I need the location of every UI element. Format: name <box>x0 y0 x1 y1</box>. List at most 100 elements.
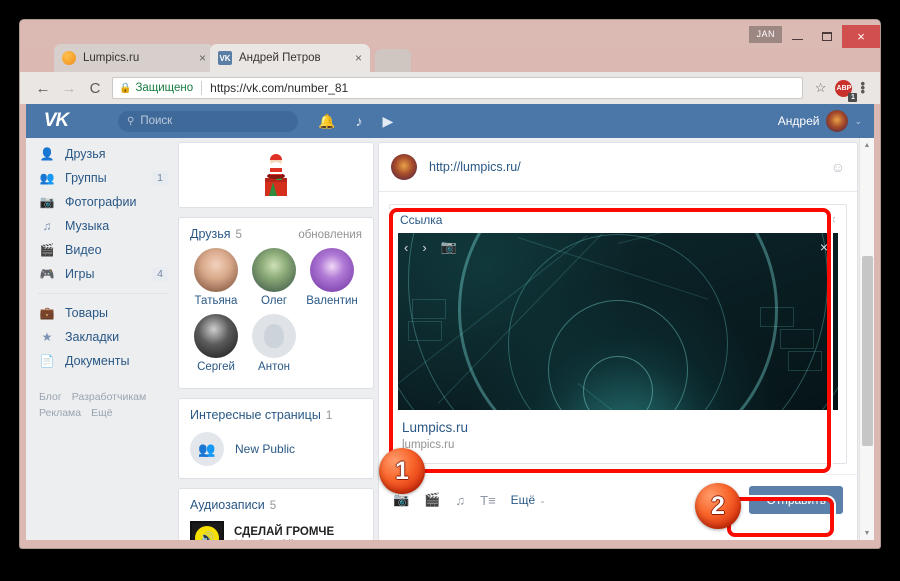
security-label: Защищено <box>135 82 194 94</box>
tab-strip: Lumpics.ru × VK Андрей Петров × <box>20 44 880 72</box>
sidebar: 👤 Друзья 👥 Группы 1 📷 Фотографии ♫ Музык… <box>32 142 174 421</box>
audio-card: Аудиозаписи 5 🔊 СДЕЛАЙ ГРОМЧЕ Max Barski… <box>178 488 374 540</box>
friend-name: Татьяна <box>194 295 238 307</box>
sidebar-item-label: Группы <box>65 171 107 185</box>
sidebar-item-music[interactable]: ♫ Музыка <box>32 214 174 238</box>
tab-close-icon[interactable]: × <box>343 52 362 64</box>
track-title: СДЕЛАЙ ГРОМЧЕ <box>234 526 335 538</box>
friend-name: Валентин <box>306 295 358 307</box>
bell-icon[interactable]: 🔔 <box>318 113 335 130</box>
chevron-down-icon: ⌄ <box>854 115 862 126</box>
tab-vk-profile[interactable]: VK Андрей Петров × <box>210 44 370 72</box>
tab-close-icon[interactable]: × <box>187 52 206 64</box>
friend-name: Олег <box>260 295 288 307</box>
page-scrollbar[interactable]: ▲ ▼ <box>859 138 874 540</box>
friend-item[interactable]: Валентин <box>303 248 361 307</box>
footer-link-ads[interactable]: Реклама <box>39 407 81 419</box>
sidebar-item-goods[interactable]: 💼 Товары <box>32 301 174 325</box>
forward-button[interactable]: → <box>56 75 82 101</box>
track-artist: Max Barskih <box>234 539 334 540</box>
search-placeholder: Поиск <box>140 115 173 127</box>
footer-link-more[interactable]: Ещё <box>91 407 112 419</box>
sidebar-item-bookmarks[interactable]: ★ Закладки <box>32 325 174 349</box>
scrollbar-thumb[interactable] <box>862 256 873 446</box>
scroll-up-arrow[interactable]: ▲ <box>860 138 874 152</box>
music-note-icon[interactable]: ♫ <box>455 493 465 508</box>
list-item[interactable]: 🔊 СДЕЛАЙ ГРОМЧЕ Max Barskih <box>179 519 373 540</box>
pages-card: Интересные страницы 1 👥 New Public <box>178 398 374 479</box>
adblock-badge: 1 <box>848 92 858 102</box>
adblock-label: ABP <box>836 84 852 92</box>
music-note-icon: ♫ <box>42 219 52 233</box>
vk-icon: VK <box>218 51 232 65</box>
reload-button[interactable]: C <box>82 75 108 101</box>
list-item[interactable]: 👥 New Public <box>179 429 373 478</box>
sidebar-item-games[interactable]: 🎮 Игры 4 <box>32 262 174 286</box>
sidebar-item-friends[interactable]: 👤 Друзья <box>32 142 174 166</box>
jan-badge: JAN <box>749 26 782 43</box>
vk-logo[interactable]: VK <box>26 110 86 132</box>
friends-title[interactable]: Друзья <box>190 227 231 241</box>
speaker-icon: 🔊 <box>195 526 219 540</box>
sidebar-divider <box>38 293 168 294</box>
audio-card-header: Аудиозаписи 5 <box>179 489 373 519</box>
back-button[interactable]: ← <box>30 75 56 101</box>
sidebar-item-photos[interactable]: 📷 Фотографии <box>32 190 174 214</box>
sidebar-item-label: Документы <box>65 354 130 368</box>
sidebar-item-groups[interactable]: 👥 Группы 1 <box>32 166 174 190</box>
audio-title[interactable]: Аудиозаписи <box>190 498 265 512</box>
highlight-box-send <box>727 497 834 537</box>
text-icon[interactable]: T≡ <box>480 493 496 508</box>
search-icon: ⚲ <box>127 115 135 127</box>
tab-lumpics[interactable]: Lumpics.ru × <box>54 44 214 72</box>
people-icon: 👥 <box>39 171 55 185</box>
post-text[interactable]: http://lumpics.ru/ <box>429 160 521 174</box>
sidebar-item-label: Товары <box>65 306 108 320</box>
adblock-icon[interactable]: ABP 1 <box>835 79 858 102</box>
post-text-row: http://lumpics.ru/ ☺ <box>379 143 857 191</box>
user-menu[interactable]: Андрей ⌄ <box>778 110 862 132</box>
bookmark-star-icon[interactable]: ☆ <box>809 80 833 96</box>
avatar <box>252 314 296 358</box>
document-icon: 📄 <box>39 354 55 368</box>
star-icon: ★ <box>41 330 53 344</box>
footer-link-blog[interactable]: Блог <box>39 391 62 403</box>
friend-item[interactable]: Антон <box>245 314 303 373</box>
person-icon: 👤 <box>39 147 55 161</box>
kebab-menu-icon[interactable]: • • • <box>855 77 870 98</box>
pages-count: 1 <box>325 410 333 422</box>
friend-name: Сергей <box>197 361 235 373</box>
avatar <box>194 248 238 292</box>
sidebar-item-count: 1 <box>152 171 168 185</box>
more-attachments-label[interactable]: Ещё <box>511 493 536 507</box>
orange-circle-icon <box>62 51 76 65</box>
friends-updates-link[interactable]: обновления <box>298 229 362 241</box>
scroll-down-arrow[interactable]: ▼ <box>860 526 874 540</box>
sticker-card <box>178 142 374 208</box>
friend-item[interactable]: Сергей <box>187 314 245 373</box>
pages-title[interactable]: Интересные страницы <box>190 408 321 422</box>
friends-card-header: Друзья 5 обновления <box>179 218 373 248</box>
video-play-icon[interactable]: ▶ <box>382 113 393 130</box>
sidebar-item-label: Закладки <box>65 330 120 344</box>
avatar <box>252 248 296 292</box>
avatar <box>826 110 849 132</box>
smiley-icon[interactable]: ☺ <box>831 159 845 175</box>
sidebar-item-documents[interactable]: 📄 Документы <box>32 349 174 373</box>
gamepad-icon: 🎮 <box>39 267 55 281</box>
friends-count: 5 <box>235 229 242 241</box>
lock-icon: 🔒 <box>119 82 132 94</box>
highlight-box-attachment <box>389 208 831 473</box>
friend-name: Антон <box>258 361 290 373</box>
group-avatar-icon: 👥 <box>190 432 224 466</box>
film-icon[interactable]: 🎬 <box>424 492 440 508</box>
new-tab-button[interactable] <box>375 49 411 72</box>
camera-icon[interactable]: 📷 <box>393 492 409 508</box>
music-note-icon[interactable]: ♪ <box>355 113 362 129</box>
sidebar-item-video[interactable]: 🎬 Видео <box>32 238 174 262</box>
address-bar[interactable]: 🔒 Защищено https://vk.com/number_81 <box>112 77 803 99</box>
footer-link-devs[interactable]: Разработчикам <box>72 391 147 403</box>
friend-item[interactable]: Олег <box>245 248 303 307</box>
friend-item[interactable]: Татьяна <box>187 248 245 307</box>
search-input[interactable]: ⚲ Поиск <box>118 110 298 132</box>
